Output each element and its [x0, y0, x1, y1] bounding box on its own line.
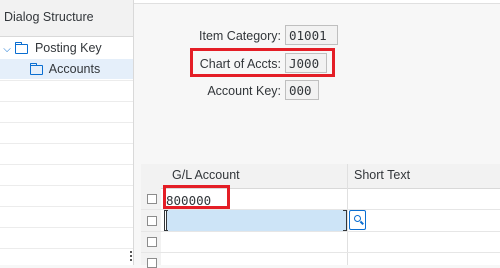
row-select-checkbox[interactable]: [147, 237, 157, 247]
tree-row-line: [0, 80, 133, 81]
tree-row-line: [0, 206, 133, 207]
focus-bracket-right: [343, 210, 347, 231]
item-category-field[interactable]: 01001: [285, 25, 338, 45]
dialog-structure-header: Dialog Structure: [0, 0, 133, 37]
tree-row-line: [0, 185, 133, 186]
tree-row-line: [0, 122, 133, 123]
chevron-down-icon[interactable]: ⌵: [2, 40, 12, 60]
table-row-line: [141, 231, 500, 232]
row-select-checkbox[interactable]: [147, 258, 157, 268]
tree-node-accounts[interactable]: Accounts: [0, 59, 133, 79]
tree-row-line: [0, 248, 133, 249]
tree-row-line: [0, 143, 133, 144]
folder-open-icon: [30, 62, 43, 75]
highlight-box: [190, 48, 335, 77]
tree-row-line: [0, 227, 133, 228]
column-header-gl-account[interactable]: G/L Account: [172, 168, 240, 182]
dialog-structure-panel: Dialog Structure ⌵ Posting Key Accounts: [0, 0, 133, 265]
highlight-box: [163, 185, 230, 209]
tree-node-posting-key[interactable]: ⌵ Posting Key: [2, 38, 102, 60]
row-select-checkbox[interactable]: [147, 216, 157, 226]
tree-row-line: [0, 164, 133, 165]
text-cursor: [166, 210, 167, 231]
folder-open-icon: [15, 41, 29, 54]
table-row-line: [141, 252, 500, 253]
toolbar-strip: [134, 0, 500, 4]
tree-row-line: [0, 101, 133, 102]
column-header-short-text[interactable]: Short Text: [354, 168, 410, 182]
column-divider: [347, 164, 348, 265]
row-select-checkbox[interactable]: [147, 194, 157, 204]
account-key-label: Account Key:: [207, 84, 281, 98]
account-key-field[interactable]: 000: [285, 80, 319, 100]
gl-account-input[interactable]: [166, 210, 346, 231]
tree-node-label: Accounts: [48, 62, 101, 76]
item-category-label: Item Category:: [199, 29, 281, 43]
tree-node-label: Posting Key: [34, 41, 102, 55]
value-help-button[interactable]: [349, 210, 366, 230]
